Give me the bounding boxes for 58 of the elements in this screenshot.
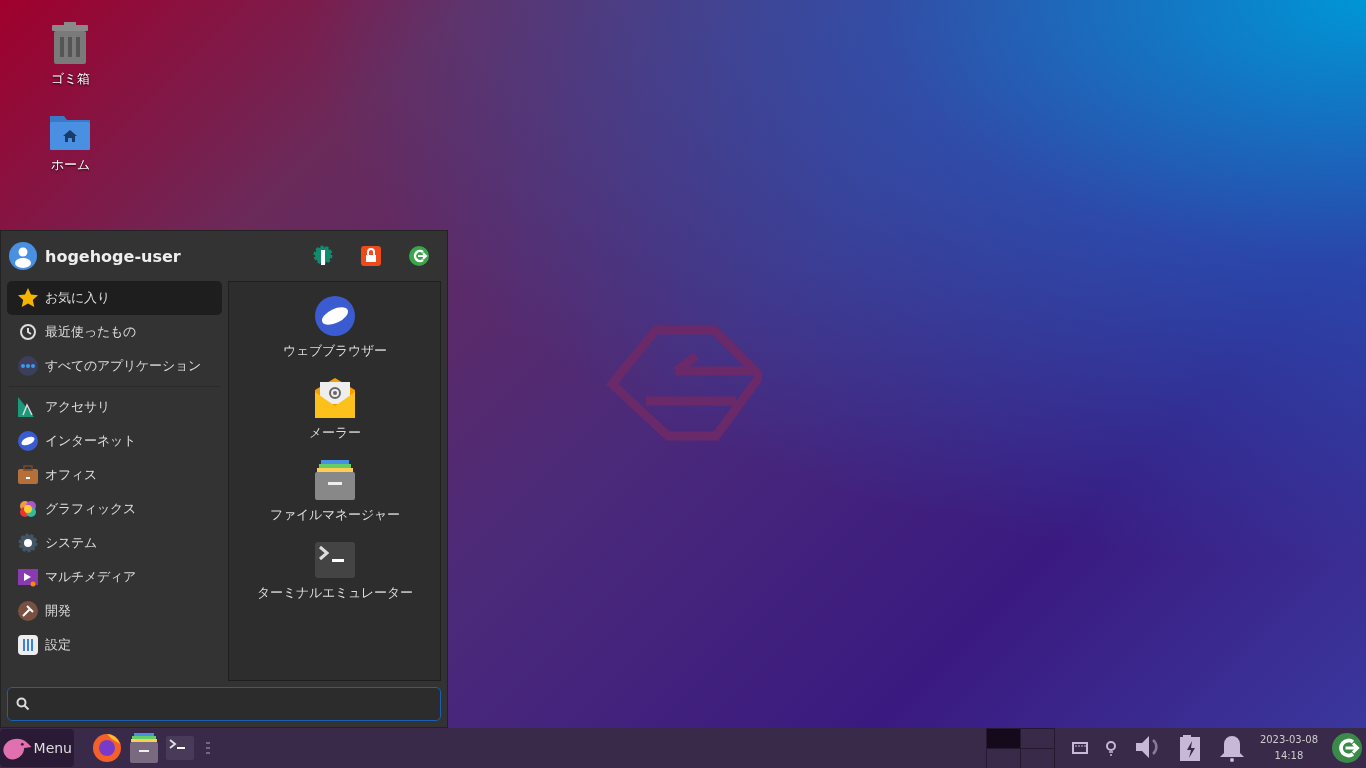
clock-icon bbox=[17, 321, 39, 343]
app-launcher-label[interactable]: メーラー bbox=[308, 424, 361, 442]
user-name: hogehoge-user bbox=[45, 246, 182, 266]
workspace-cell[interactable] bbox=[1020, 728, 1054, 748]
menu-category-item[interactable]: お気に入り bbox=[7, 281, 222, 315]
gear-wrench-icon bbox=[313, 245, 333, 267]
star-icon bbox=[17, 287, 39, 309]
user-avatar-icon bbox=[9, 242, 37, 270]
menu-category-item[interactable]: グラフィックス bbox=[7, 492, 222, 526]
gear-icon bbox=[17, 532, 39, 554]
file-cabinet-icon bbox=[314, 460, 355, 500]
menu-category-item[interactable]: システム bbox=[7, 526, 222, 560]
planet-icon bbox=[17, 430, 39, 452]
drag-handle-icon bbox=[206, 742, 210, 754]
menu-category-item[interactable]: 設定 bbox=[7, 628, 222, 662]
home-folder-icon bbox=[50, 114, 90, 150]
logout-icon bbox=[409, 246, 429, 266]
briefcase-icon bbox=[17, 464, 39, 486]
launcher-button[interactable] bbox=[130, 733, 158, 763]
menu-category-item[interactable]: インターネット bbox=[7, 424, 222, 458]
clock-date: 2023-03-08 bbox=[1259, 733, 1318, 747]
file-cabinet-icon bbox=[130, 733, 158, 763]
app-launcher-label[interactable]: ターミナルエミュレーター bbox=[256, 584, 413, 602]
menu-category-item[interactable]: マルチメディア bbox=[7, 560, 222, 594]
hammer-icon bbox=[17, 600, 39, 622]
trash-icon bbox=[52, 22, 88, 64]
network-port-icon bbox=[1071, 742, 1088, 754]
terminal-icon bbox=[166, 736, 194, 760]
sliders-icon bbox=[17, 634, 39, 656]
menu-category-item[interactable]: オフィス bbox=[7, 458, 222, 492]
menu-button[interactable]: Menu bbox=[0, 729, 74, 767]
launcher-button[interactable] bbox=[166, 736, 194, 760]
menu-category-item[interactable]: 最近使ったもの bbox=[7, 315, 222, 349]
menu-category-item[interactable]: アクセサリ bbox=[7, 390, 222, 424]
bulb-icon bbox=[1105, 740, 1116, 756]
search-field[interactable] bbox=[7, 687, 441, 721]
desktop-icon-label[interactable]: ゴミ箱 bbox=[50, 70, 90, 88]
tray-button[interactable] bbox=[1071, 742, 1088, 754]
lock-icon bbox=[361, 246, 381, 266]
logout-button[interactable] bbox=[1332, 733, 1362, 763]
logout-icon bbox=[1332, 733, 1362, 763]
workspace-cell[interactable] bbox=[986, 728, 1020, 748]
search-icon bbox=[16, 697, 30, 711]
dots-icon bbox=[17, 355, 39, 377]
planet-icon bbox=[314, 296, 355, 336]
battery-charging-icon bbox=[1179, 733, 1200, 763]
film-music-icon bbox=[17, 566, 39, 588]
terminal-icon bbox=[314, 542, 355, 578]
tray-button[interactable] bbox=[1105, 740, 1116, 756]
desktop-icon-label[interactable]: ホーム bbox=[50, 156, 90, 174]
app-launcher-label[interactable]: ウェブブラウザー bbox=[282, 342, 387, 360]
menu-category-item[interactable]: 開発 bbox=[7, 594, 222, 628]
tray-button[interactable] bbox=[1179, 733, 1200, 763]
app-launcher-label[interactable]: ファイルマネージャー bbox=[269, 506, 400, 524]
menu-category-item[interactable]: すべてのアプリケーション bbox=[7, 349, 222, 383]
flower-icon bbox=[17, 498, 39, 520]
mail-icon bbox=[314, 378, 355, 418]
clock-time: 14:18 bbox=[1274, 749, 1304, 763]
